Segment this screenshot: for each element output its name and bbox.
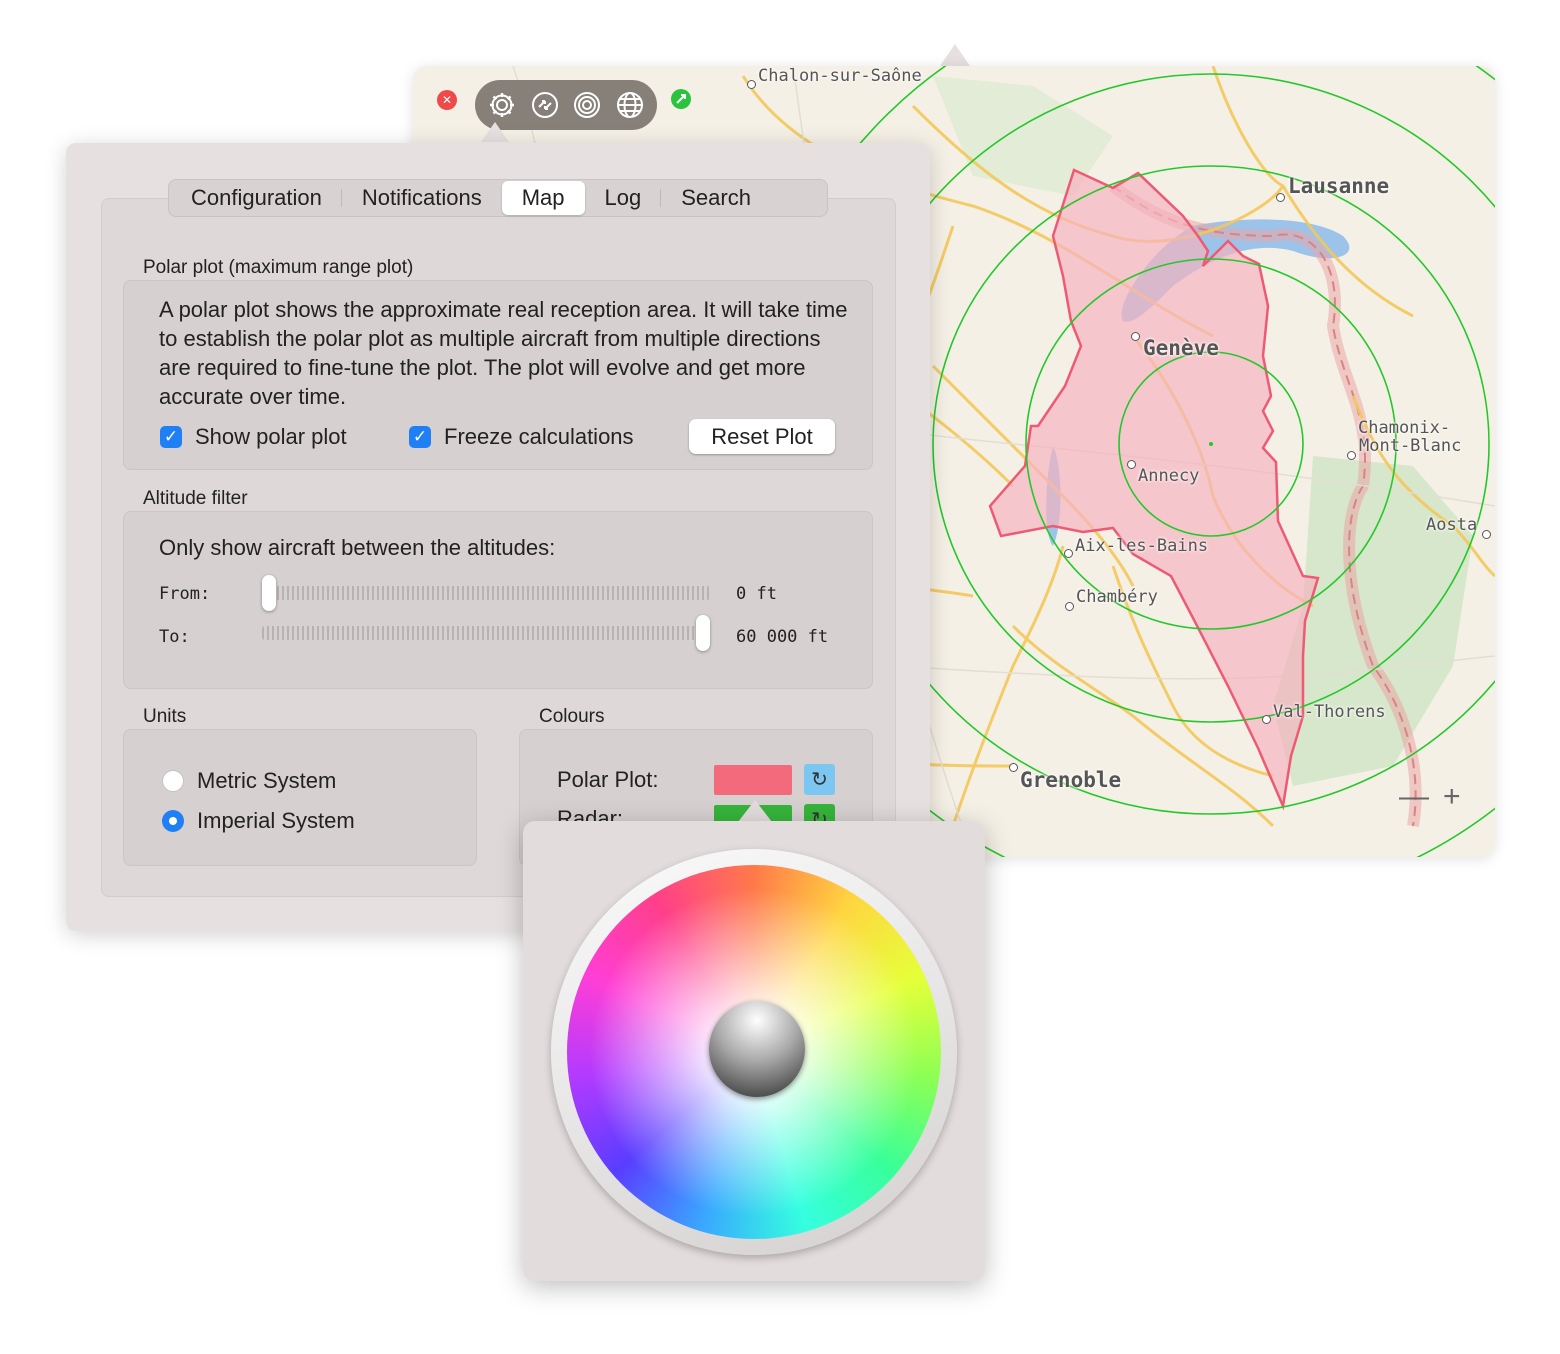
metric-radio[interactable] xyxy=(162,770,184,792)
city-label-annecy: Annecy xyxy=(1138,466,1200,486)
to-value: 60 000 ft xyxy=(736,627,829,647)
freeze-calculations-label[interactable]: Freeze calculations xyxy=(444,424,634,450)
settings-panel: Configuration Notifications Map Log Sear… xyxy=(66,143,930,931)
city-marker xyxy=(747,80,756,89)
polar-plot-colour-well[interactable] xyxy=(714,765,792,795)
city-label-val-thorens: Val-Thorens xyxy=(1273,702,1386,722)
to-slider-thumb[interactable] xyxy=(696,615,710,651)
units-group xyxy=(123,729,477,866)
arrows-icon xyxy=(531,92,558,118)
city-label-chalon: Chalon-sur-Saône xyxy=(758,66,922,86)
tab-notifications[interactable]: Notifications xyxy=(342,181,502,215)
checkmark-icon: ✓ xyxy=(412,427,428,446)
polar-plot-colour-reset-button[interactable]: ↻ xyxy=(804,764,835,795)
sync-button[interactable] xyxy=(528,88,562,122)
units-section-title: Units xyxy=(143,706,187,727)
from-label: From: xyxy=(159,584,211,604)
checkmark-icon: ✓ xyxy=(163,427,179,446)
city-marker xyxy=(1131,332,1140,341)
target-icon xyxy=(574,92,601,118)
brightness-knob[interactable] xyxy=(709,1001,805,1097)
tab-search[interactable]: Search xyxy=(661,181,771,215)
city-marker xyxy=(1276,193,1285,202)
imperial-radio[interactable] xyxy=(162,810,184,832)
range-button[interactable] xyxy=(570,88,604,122)
city-label-geneve: Genève xyxy=(1143,336,1219,360)
close-button[interactable]: ✕ xyxy=(437,90,457,110)
metric-label[interactable]: Metric System xyxy=(197,768,336,794)
from-value: 0 ft xyxy=(736,584,777,604)
colour-picker-popover xyxy=(523,821,985,1281)
show-polar-plot-checkbox[interactable]: ✓ xyxy=(160,426,182,448)
tab-configuration[interactable]: Configuration xyxy=(171,181,342,215)
city-marker xyxy=(1482,530,1491,539)
reset-icon: ↻ xyxy=(811,769,828,791)
altitude-instruction: Only show aircraft between the altitudes… xyxy=(159,535,556,560)
from-slider-thumb[interactable] xyxy=(262,575,276,611)
to-label: To: xyxy=(159,627,190,647)
city-label-aosta: Aosta xyxy=(1426,515,1478,535)
city-label-aix: Aix-les-Bains xyxy=(1075,536,1209,556)
altitude-section-title: Altitude filter xyxy=(143,488,248,509)
tab-map[interactable]: Map xyxy=(501,181,585,215)
popover-arrow xyxy=(481,122,509,142)
polar-plot-colour-label: Polar Plot: xyxy=(557,767,659,792)
tab-log[interactable]: Log xyxy=(585,181,662,215)
city-marker xyxy=(1065,602,1074,611)
zoom-out-button[interactable]: — xyxy=(1399,782,1429,812)
city-marker xyxy=(1064,549,1073,558)
city-marker xyxy=(1127,460,1136,469)
city-label-chamonix-2: Mont-Blanc xyxy=(1359,436,1462,456)
to-slider-track[interactable] xyxy=(262,626,710,640)
polar-description: A polar plot shows the approximate real … xyxy=(159,297,848,409)
city-label-grenoble: Grenoble xyxy=(1020,768,1122,792)
close-icon: ✕ xyxy=(441,93,453,107)
city-marker xyxy=(1009,763,1018,772)
from-slider-track[interactable] xyxy=(262,586,710,600)
status-plane-icon xyxy=(676,94,686,104)
tab-bar: Configuration Notifications Map Log Sear… xyxy=(168,179,828,217)
polar-section-title: Polar plot (maximum range plot) xyxy=(143,257,414,278)
city-marker xyxy=(1262,715,1271,724)
popover-arrow xyxy=(940,44,970,66)
city-marker xyxy=(1347,451,1356,460)
freeze-calculations-checkbox[interactable]: ✓ xyxy=(409,426,431,448)
globe-icon xyxy=(616,92,643,118)
map-button[interactable] xyxy=(613,88,647,122)
city-label-chamonix-1: Chamonix- xyxy=(1358,418,1451,438)
colours-section-title: Colours xyxy=(539,706,605,727)
city-label-chambery: Chambéry xyxy=(1076,587,1158,607)
zoom-in-button[interactable]: + xyxy=(1443,782,1461,812)
show-polar-plot-label[interactable]: Show polar plot xyxy=(195,424,347,450)
imperial-label[interactable]: Imperial System xyxy=(197,808,355,834)
reset-plot-button[interactable]: Reset Plot xyxy=(689,419,835,454)
status-indicator[interactable] xyxy=(671,89,691,109)
settings-button[interactable] xyxy=(485,88,519,122)
popover-arrow xyxy=(738,800,772,822)
gear-icon xyxy=(490,93,515,117)
city-label-lausanne: Lausanne xyxy=(1288,174,1390,198)
